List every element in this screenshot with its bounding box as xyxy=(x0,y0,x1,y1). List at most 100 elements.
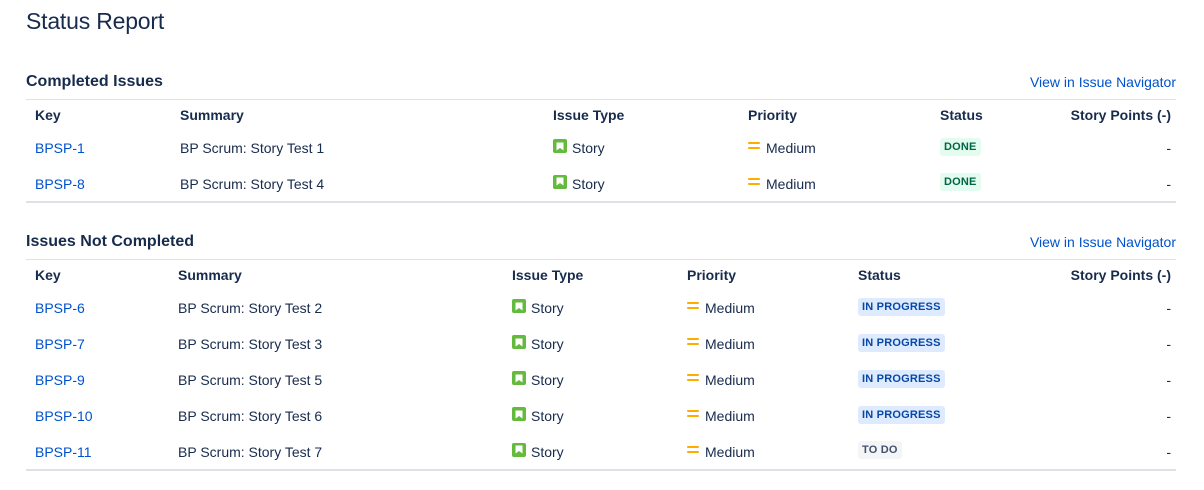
issue-type-cell: Story xyxy=(544,166,739,202)
completed-issues-section: Completed Issues View in Issue Navigator… xyxy=(26,70,1176,203)
story-icon xyxy=(512,371,526,385)
section-title: Completed Issues xyxy=(26,72,163,90)
column-header-issue-type[interactable]: Issue Type xyxy=(544,100,739,130)
summary-cell: BP Scrum: Story Test 6 xyxy=(178,408,323,424)
table-row: BPSP-6 BP Scrum: Story Test 2 Story Medium I… xyxy=(26,290,1176,326)
priority-label: Medium xyxy=(705,443,755,460)
priority-label: Medium xyxy=(705,336,755,352)
column-header-priority[interactable]: Priority xyxy=(678,260,849,290)
issue-key-link[interactable]: BPSP-9 xyxy=(35,372,85,388)
key-cell: BPSP-8 xyxy=(26,166,171,202)
summary-cell: BP Scrum: Story Test 4 xyxy=(180,175,325,192)
column-header-key[interactable]: Key xyxy=(26,260,169,290)
key-cell: BPSP-11 xyxy=(26,434,169,470)
story-icon xyxy=(512,335,526,349)
column-header-summary[interactable]: Summary xyxy=(171,100,544,130)
priority-medium-icon xyxy=(687,373,699,383)
not-completed-issues-header: Issues Not Completed View in Issue Navig… xyxy=(26,230,1176,260)
status-badge: IN PROGRESS xyxy=(858,297,945,316)
issue-key-link[interactable]: BPSP-8 xyxy=(35,176,85,192)
story-icon xyxy=(512,407,526,421)
not-completed-issues-section: Issues Not Completed View in Issue Navig… xyxy=(26,230,1176,471)
issue-type-label: Story xyxy=(572,140,605,156)
view-in-issue-navigator-link[interactable]: View in Issue Navigator xyxy=(1030,74,1176,90)
priority-cell: Medium xyxy=(678,398,849,434)
column-header-story-points[interactable]: Story Points (-) xyxy=(1029,260,1176,290)
priority-cell: Medium xyxy=(678,362,849,398)
issue-type-label: Story xyxy=(531,300,564,316)
table-row: BPSP-11 BP Scrum: Story Test 7 Story Medium… xyxy=(26,434,1176,470)
story-icon xyxy=(512,299,526,313)
issue-type-cell: Story xyxy=(503,290,678,326)
priority-label: Medium xyxy=(766,175,816,192)
status-cell: DONE xyxy=(931,166,1051,202)
status-badge: IN PROGRESS xyxy=(858,369,945,388)
story-points-cell: - xyxy=(1166,140,1171,156)
key-cell: BPSP-10 xyxy=(26,398,169,434)
status-badge: IN PROGRESS xyxy=(858,333,945,352)
table-header-row: Key Summary Issue Type Priority Status S… xyxy=(26,260,1176,290)
status-cell: IN PROGRESS xyxy=(849,326,1029,362)
summary-cell: BP Scrum: Story Test 7 xyxy=(178,443,323,460)
priority-label: Medium xyxy=(705,372,755,388)
section-title: Issues Not Completed xyxy=(26,232,195,250)
key-cell: BPSP-7 xyxy=(26,326,169,362)
story-points-cell: - xyxy=(1166,443,1171,460)
summary-cell: BP Scrum: Story Test 1 xyxy=(180,140,325,156)
status-badge: DONE xyxy=(940,137,981,156)
status-cell: IN PROGRESS xyxy=(849,362,1029,398)
story-points-cell: - xyxy=(1166,300,1171,316)
status-cell: DONE xyxy=(931,130,1051,166)
column-header-status[interactable]: Status xyxy=(849,260,1029,290)
priority-medium-icon xyxy=(687,337,699,347)
issue-type-cell: Story xyxy=(503,326,678,362)
priority-cell: Medium xyxy=(678,434,849,470)
priority-cell: Medium xyxy=(678,326,849,362)
key-cell: BPSP-6 xyxy=(26,290,169,326)
column-header-story-points[interactable]: Story Points (-) xyxy=(1051,100,1176,130)
issue-key-link[interactable]: BPSP-11 xyxy=(35,444,92,460)
priority-medium-icon xyxy=(687,445,699,455)
issue-type-label: Story xyxy=(572,175,605,192)
table-row: BPSP-9 BP Scrum: Story Test 5 Story Medium I… xyxy=(26,362,1176,398)
priority-cell: Medium xyxy=(739,130,931,166)
not-completed-issues-body: BPSP-6 BP Scrum: Story Test 2 Story Medium I… xyxy=(26,290,1176,470)
completed-issues-header: Completed Issues View in Issue Navigator xyxy=(26,70,1176,100)
issue-key-link[interactable]: BPSP-1 xyxy=(35,140,85,156)
issue-type-cell: Story xyxy=(503,434,678,470)
column-header-key[interactable]: Key xyxy=(26,100,171,130)
priority-label: Medium xyxy=(705,300,755,316)
priority-cell: Medium xyxy=(739,166,931,202)
status-badge: DONE xyxy=(940,173,981,191)
column-header-summary[interactable]: Summary xyxy=(169,260,503,290)
completed-issues-table: Key Summary Issue Type Priority Status S… xyxy=(26,100,1176,203)
issue-type-label: Story xyxy=(531,443,564,460)
priority-label: Medium xyxy=(705,408,755,424)
priority-cell: Medium xyxy=(678,290,849,326)
status-badge: IN PROGRESS xyxy=(858,405,945,424)
priority-medium-icon xyxy=(748,141,760,151)
table-row: BPSP-10 BP Scrum: Story Test 6 Story Medium… xyxy=(26,398,1176,434)
status-cell: IN PROGRESS xyxy=(849,398,1029,434)
story-icon xyxy=(553,174,567,189)
story-icon xyxy=(512,442,526,457)
column-header-priority[interactable]: Priority xyxy=(739,100,931,130)
issue-type-label: Story xyxy=(531,408,564,424)
issue-type-cell: Story xyxy=(503,362,678,398)
column-header-issue-type[interactable]: Issue Type xyxy=(503,260,678,290)
view-in-issue-navigator-link[interactable]: View in Issue Navigator xyxy=(1030,234,1176,250)
column-header-status[interactable]: Status xyxy=(931,100,1051,130)
story-points-cell: - xyxy=(1166,336,1171,352)
key-cell: BPSP-1 xyxy=(26,130,171,166)
issue-key-link[interactable]: BPSP-7 xyxy=(35,336,85,352)
issue-key-link[interactable]: BPSP-10 xyxy=(35,408,93,424)
table-row: BPSP-7 BP Scrum: Story Test 3 Story Medium I… xyxy=(26,326,1176,362)
issue-key-link[interactable]: BPSP-6 xyxy=(35,300,85,316)
status-cell: IN PROGRESS xyxy=(849,290,1029,326)
key-cell: BPSP-9 xyxy=(26,362,169,398)
story-points-cell: - xyxy=(1166,408,1171,424)
priority-medium-icon xyxy=(687,301,699,311)
table-row: BPSP-8 BP Scrum: Story Test 4 Story Medium D… xyxy=(26,166,1176,202)
issue-type-cell: Story xyxy=(544,130,739,166)
status-cell: TO DO xyxy=(849,434,1029,470)
